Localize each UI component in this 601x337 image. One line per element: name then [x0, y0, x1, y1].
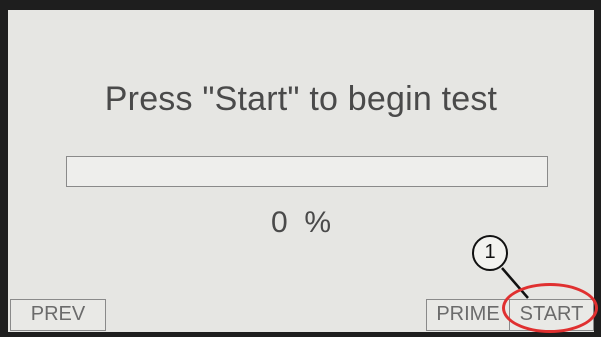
callout-marker: 1: [472, 235, 508, 271]
callout-leader-line: [501, 267, 529, 299]
start-highlight-ring: [502, 283, 598, 333]
